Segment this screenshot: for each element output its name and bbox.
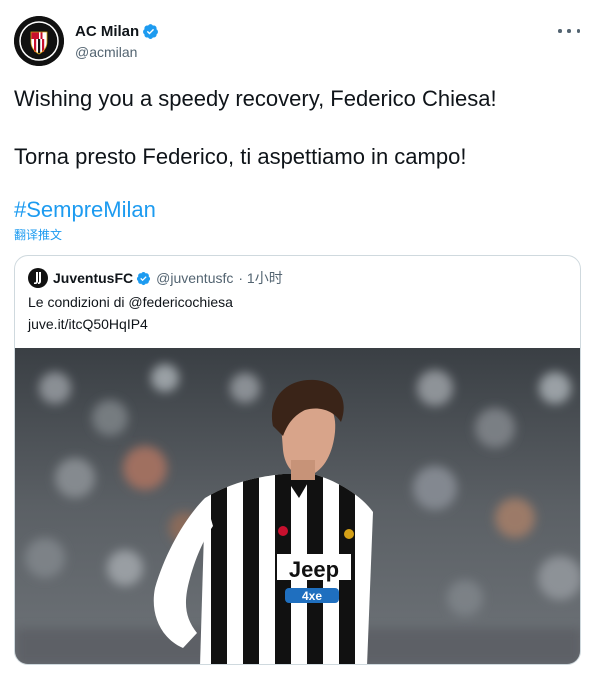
shirt-sleeve-sponsor: 4xe (302, 589, 322, 603)
tweet-text-line-2: Torna presto Federico, ti aspettiamo in … (14, 144, 467, 169)
player-photo[interactable]: Jeep 4xe (15, 348, 580, 664)
tweet-text-line-1: Wishing you a speedy recovery, Federico … (14, 86, 497, 111)
quoted-timestamp[interactable]: · 1小时 (238, 268, 282, 288)
author-handle[interactable]: @acmilan (75, 44, 137, 60)
quoted-tweet-header: JuventusFC @juventusfc · 1小时 (28, 268, 283, 288)
hashtag-link[interactable]: #SempreMilan (14, 196, 156, 224)
quoted-tweet[interactable]: JuventusFC @juventusfc · 1小时 Le condizio… (14, 255, 581, 665)
verified-badge-icon (143, 24, 159, 39)
author-display-name[interactable]: AC Milan (75, 23, 139, 40)
ac-milan-crest-icon (14, 16, 64, 66)
juventus-logo-icon[interactable] (28, 268, 48, 288)
tweet-header: AC Milan @acmilan (14, 16, 584, 70)
author-name-row: AC Milan (75, 23, 159, 40)
quoted-author-name[interactable]: JuventusFC (53, 270, 133, 286)
translate-tweet-link[interactable]: 翻译推文 (14, 226, 62, 243)
quoted-tweet-link[interactable]: juve.it/itcQ50HqIP4 (28, 316, 148, 332)
quoted-tweet-text: Le condizioni di @federicochiesa (28, 294, 233, 310)
shirt-sponsor: Jeep (289, 557, 339, 582)
tweet: AC Milan @acmilan Wishing you a speedy r… (0, 0, 590, 678)
ac-milan-avatar[interactable] (14, 16, 64, 66)
verified-badge-icon (137, 271, 151, 285)
quoted-author-handle[interactable]: @juventusfc (156, 270, 233, 286)
more-dots-icon[interactable] (558, 22, 580, 40)
